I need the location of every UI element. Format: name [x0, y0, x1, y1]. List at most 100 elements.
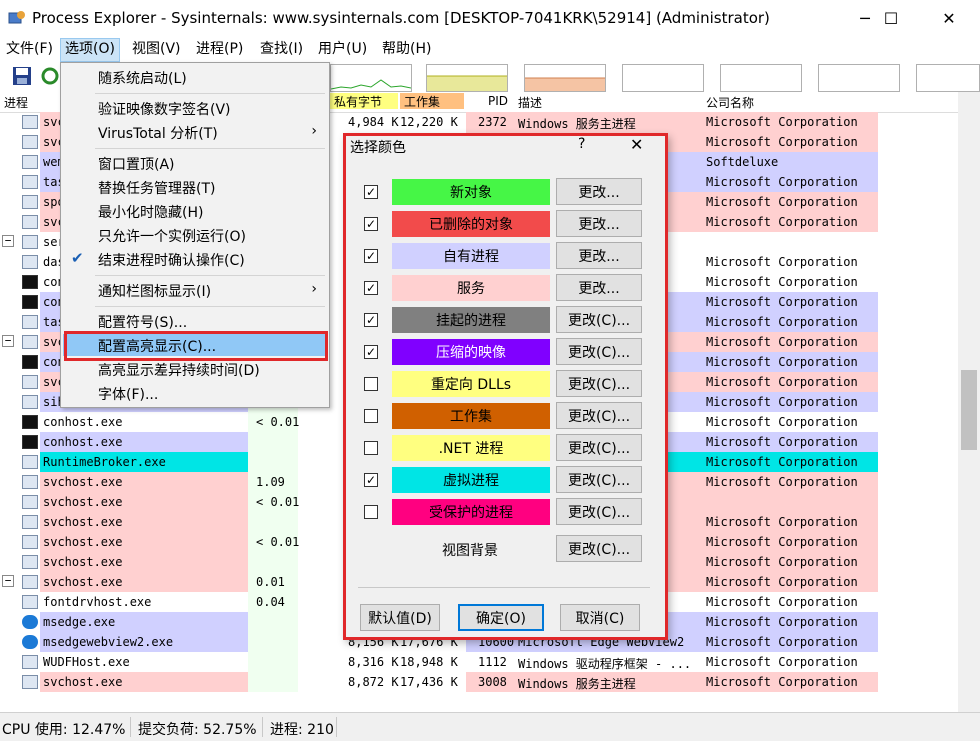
options-menu-label: 配置符号(S)...: [98, 315, 188, 331]
tree-expander-icon[interactable]: −: [2, 575, 14, 587]
process-name: svchost.exe: [43, 675, 123, 689]
cpu-graph[interactable]: [330, 64, 412, 92]
change-color-button[interactable]: 更改...: [556, 210, 642, 237]
io-graph[interactable]: [622, 64, 704, 92]
options-menu-label: VirusTotal 分析(T): [98, 126, 218, 142]
menu-process[interactable]: 进程(P): [192, 38, 247, 60]
change-color-button[interactable]: 更改(C)...: [556, 466, 642, 493]
change-color-button[interactable]: 更改(C)...: [556, 434, 642, 461]
commit-graph[interactable]: [426, 64, 508, 92]
gpu-graph[interactable]: [916, 64, 980, 92]
color-enable-checkbox[interactable]: [364, 377, 378, 391]
options-menu-item[interactable]: ✔ 结束进程时确认操作(C): [63, 248, 327, 270]
process-icon: [22, 595, 38, 609]
column-pid[interactable]: PID: [488, 94, 508, 108]
color-option-row: ✓ 服务 更改...: [344, 273, 666, 303]
options-menu-item[interactable]: 替换任务管理器(T): [63, 176, 327, 198]
color-enable-checkbox[interactable]: ✓: [364, 313, 378, 327]
color-enable-checkbox[interactable]: [364, 505, 378, 519]
options-menu-item[interactable]: 随系统启动(L): [63, 66, 327, 88]
options-menu-label: 结束进程时确认操作(C): [98, 253, 245, 269]
options-menu-item[interactable]: 窗口置顶(A): [63, 152, 327, 174]
options-menu-item[interactable]: 验证映像数字签名(V): [63, 97, 327, 119]
process-company: Microsoft Corporation: [706, 335, 858, 349]
column-process[interactable]: 进程: [4, 94, 28, 111]
process-name: msedge.exe: [43, 615, 116, 629]
menu-view[interactable]: 视图(V): [128, 38, 185, 60]
change-color-button[interactable]: 更改...: [556, 242, 642, 269]
change-color-button[interactable]: 更改(C)...: [556, 338, 642, 365]
disk-graph[interactable]: [818, 64, 900, 92]
checkmark-icon: ✔: [71, 249, 84, 267]
color-enable-checkbox[interactable]: ✓: [364, 249, 378, 263]
menu-find[interactable]: 查找(I): [256, 38, 307, 60]
column-private-bytes[interactable]: 私有字节: [330, 93, 398, 109]
ok-button[interactable]: 确定(O): [458, 604, 544, 631]
options-menu-item[interactable]: 配置高亮显示(C)...: [63, 334, 327, 356]
color-enable-checkbox[interactable]: ✓: [364, 345, 378, 359]
color-enable-checkbox[interactable]: ✓: [364, 473, 378, 487]
color-enable-checkbox[interactable]: ✓: [364, 185, 378, 199]
process-icon: [22, 395, 38, 409]
console-icon: [22, 275, 38, 289]
process-working-set: 12,220 K: [400, 115, 458, 129]
color-enable-checkbox[interactable]: [364, 409, 378, 423]
physical-memory-graph[interactable]: [524, 64, 606, 92]
color-enable-checkbox[interactable]: ✓: [364, 281, 378, 295]
menu-help[interactable]: 帮助(H): [378, 38, 435, 60]
process-company: Microsoft Corporation: [706, 175, 858, 189]
process-icon: [22, 235, 38, 249]
process-cpu: 0.01: [256, 575, 285, 589]
status-separator: [262, 717, 263, 737]
console-icon: [22, 435, 38, 449]
change-color-button[interactable]: 更改(C)...: [556, 498, 642, 525]
cpu-column-band: [248, 452, 298, 472]
table-row[interactable]: svchost.exe 8,872 K 17,436 K 3008 Windows 服务…: [0, 672, 958, 692]
change-color-button[interactable]: 更改(C)...: [556, 306, 642, 333]
view-background-change-button[interactable]: 更改(C)...: [556, 535, 642, 562]
column-description[interactable]: 描述: [518, 94, 542, 111]
cancel-button[interactable]: 取消(C): [560, 604, 640, 631]
save-icon[interactable]: [12, 66, 32, 86]
process-description: Windows 驱动程序框架 - ...: [518, 657, 692, 671]
menu-options[interactable]: 选项(O): [60, 38, 120, 62]
options-menu-item[interactable]: 最小化时隐藏(H): [63, 200, 327, 222]
scrollbar-thumb[interactable]: [961, 370, 977, 450]
options-menu-item[interactable]: 通知栏图标显示(I) ›: [63, 279, 327, 301]
options-menu-item[interactable]: 字体(F)...: [63, 382, 327, 404]
process-private-bytes: 4,984 K: [348, 115, 399, 129]
options-menu-item[interactable]: VirusTotal 分析(T) ›: [63, 121, 327, 143]
help-button[interactable]: ?: [578, 136, 585, 152]
options-menu-label: 验证映像数字签名(V): [98, 102, 231, 118]
menu-users[interactable]: 用户(U): [314, 38, 371, 60]
table-row[interactable]: WUDFHost.exe 8,316 K 18,948 K 1112 Windows 驱…: [0, 652, 958, 672]
change-color-button[interactable]: 更改...: [556, 274, 642, 301]
close-button[interactable]: ✕: [926, 0, 972, 36]
network-graph[interactable]: [720, 64, 802, 92]
change-color-button[interactable]: 更改...: [556, 178, 642, 205]
refresh-icon[interactable]: [40, 66, 60, 86]
defaults-button[interactable]: 默认值(D): [360, 604, 440, 631]
color-enable-checkbox[interactable]: [364, 441, 378, 455]
maximize-button[interactable]: ☐: [868, 0, 914, 36]
dialog-close-button[interactable]: ✕: [630, 135, 643, 154]
options-menu-item[interactable]: 只允许一个实例运行(O): [63, 224, 327, 246]
options-menu-item[interactable]: 高亮显示差异持续时间(D): [63, 358, 327, 380]
color-option-row: .NET 进程 更改(C)...: [344, 433, 666, 463]
change-color-button[interactable]: 更改(C)...: [556, 370, 642, 397]
column-company[interactable]: 公司名称: [706, 94, 754, 111]
change-color-button[interactable]: 更改(C)...: [556, 402, 642, 429]
menu-file[interactable]: 文件(F): [2, 38, 57, 60]
process-private-bytes: 8,316 K: [348, 655, 399, 669]
color-swatch: 压缩的映像: [392, 339, 550, 365]
color-option-row: 受保护的进程 更改(C)...: [344, 497, 666, 527]
process-company: Microsoft Corporation: [706, 615, 858, 629]
tree-expander-icon[interactable]: −: [2, 335, 14, 347]
color-enable-checkbox[interactable]: ✓: [364, 217, 378, 231]
tree-expander-icon[interactable]: −: [2, 235, 14, 247]
options-menu-item[interactable]: 配置符号(S)...: [63, 310, 327, 332]
column-working-set[interactable]: 工作集: [400, 93, 464, 109]
process-company: Microsoft Corporation: [706, 435, 858, 449]
options-menu: 随系统启动(L) 验证映像数字签名(V) VirusTotal 分析(T) › 窗口置顶…: [60, 62, 330, 408]
process-company: Microsoft Corporation: [706, 395, 858, 409]
